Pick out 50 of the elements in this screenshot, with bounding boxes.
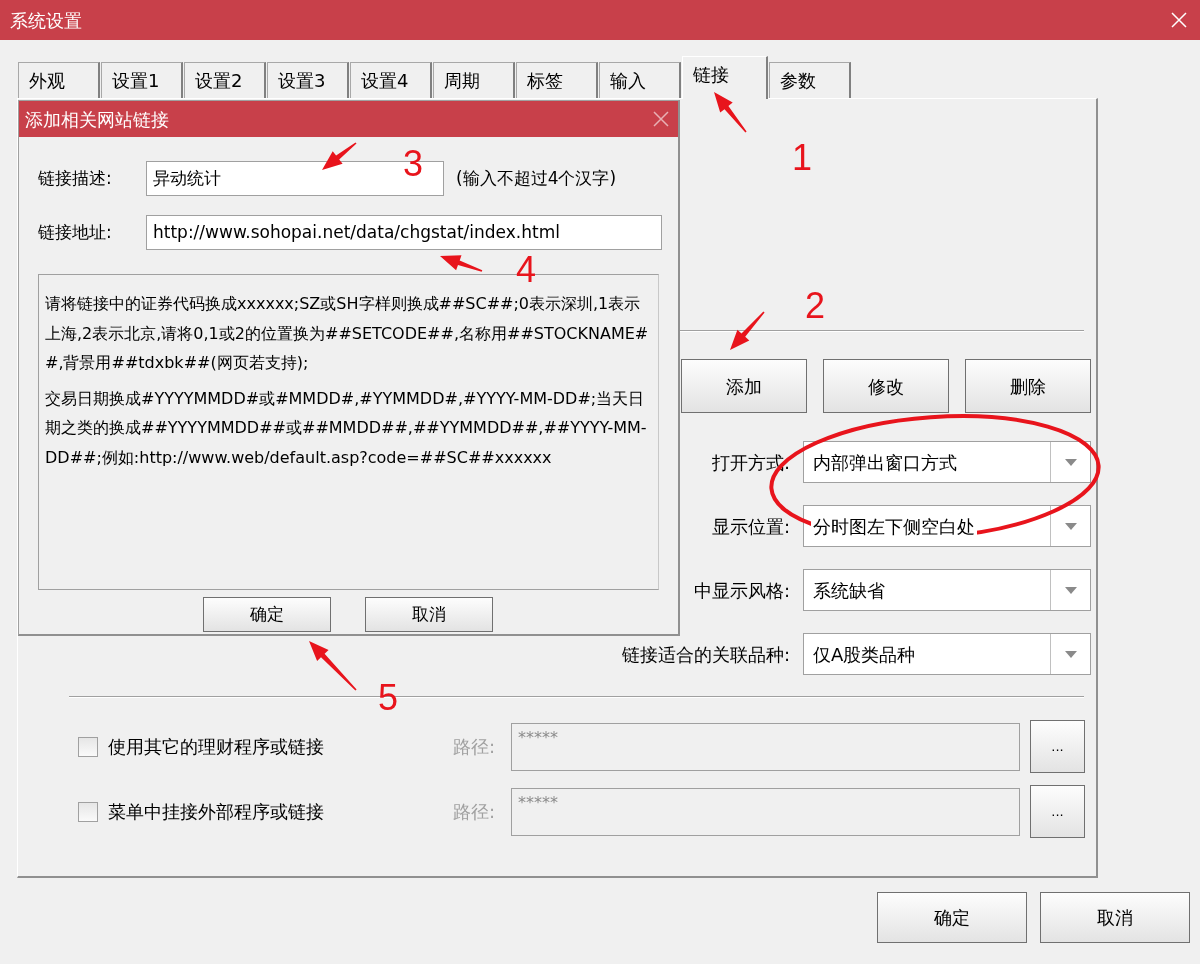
- annotation-number: 1: [792, 137, 813, 178]
- annotation-number: 2: [805, 285, 826, 326]
- dropdown-arrow-icon: [1064, 650, 1077, 658]
- tab[interactable]: 标签: [516, 62, 598, 98]
- tab[interactable]: 设置2: [184, 62, 266, 98]
- tab[interactable]: 外观: [18, 62, 100, 98]
- dropdown-arrow-icon: [1064, 458, 1077, 466]
- field-label: 链接地址:: [37, 220, 113, 244]
- tab[interactable]: 设置1: [101, 62, 183, 98]
- annotation-arrow: [730, 311, 765, 350]
- tab[interactable]: 参数: [769, 62, 851, 98]
- annotation-number: 4: [516, 249, 537, 290]
- dropdown-arrow-icon: [1064, 586, 1077, 594]
- tab[interactable]: 设置4: [350, 62, 432, 98]
- tab[interactable]: 周期: [433, 62, 515, 98]
- instruction-text: 请将链接中的证券代码换成xxxxxx;SZ或SH字样则换成##SC##;0表示深圳,1表示上海,2表示北京,请将0,1或2的位置换为##SETCODE##,名称用##STOCKNAME##,背景用##tdxbk##(网页若支持);: [45, 293, 650, 375]
- setting-label: 中显示风格:: [693, 578, 790, 603]
- dropdown[interactable]: 系统缺省: [803, 569, 1091, 611]
- checkbox-label: 使用其它的理财程序或链接: [108, 735, 325, 759]
- button[interactable]: 取消: [365, 597, 493, 632]
- setting-label: 链接适合的关联品种:: [621, 642, 790, 667]
- dropdown[interactable]: 仅A股类品种: [803, 633, 1091, 675]
- annotation-arrow: [440, 255, 483, 272]
- input-field[interactable]: http://www.sohopai.net/data/chgstat/index.html: [146, 215, 662, 250]
- annotation-arrow: [309, 641, 357, 691]
- button[interactable]: 确定: [203, 597, 331, 632]
- button[interactable]: 修改: [823, 359, 949, 413]
- button[interactable]: 确定: [877, 892, 1027, 943]
- checkbox-label: 菜单中挂接外部程序或链接: [108, 800, 325, 824]
- button[interactable]: 添加: [681, 359, 807, 413]
- tab[interactable]: 设置3: [267, 62, 349, 98]
- field-hint: (输入不超过4个汉字): [456, 166, 617, 190]
- dialog-title: 添加相关网站链接: [25, 107, 169, 132]
- button[interactable]: 删除: [965, 359, 1091, 413]
- close-icon[interactable]: [652, 110, 670, 128]
- dropdown[interactable]: 分时图左下侧空白处: [803, 505, 1091, 547]
- window-title: 系统设置: [10, 8, 82, 33]
- button[interactable]: 取消: [1040, 892, 1190, 943]
- path-label: 路径:: [453, 735, 497, 759]
- dropdown-arrow-icon: [1064, 522, 1077, 530]
- tab[interactable]: 链接: [682, 56, 768, 99]
- dropdown[interactable]: 内部弹出窗口方式: [803, 441, 1091, 483]
- field-label: 链接描述:: [37, 166, 113, 190]
- annotation-arrow: [714, 92, 747, 133]
- path-label: 路径:: [453, 800, 497, 824]
- tab[interactable]: 输入: [599, 62, 681, 98]
- annotation-number: 5: [378, 677, 399, 718]
- annotation-arrow: [322, 142, 357, 170]
- instruction-text: 交易日期换成#YYYYMMDD#或#MMDD#,#YYMMDD#,#YYYY-MM-DD#;当天日期之类的换成##YYYYMMDD##或##MMDD##,##YYMMDD##,##YYYY-MM-DD##;例如:http://www.web/default.asp?code=##SC##xxxxxx: [45, 387, 648, 469]
- setting-label: 显示位置:: [711, 514, 790, 539]
